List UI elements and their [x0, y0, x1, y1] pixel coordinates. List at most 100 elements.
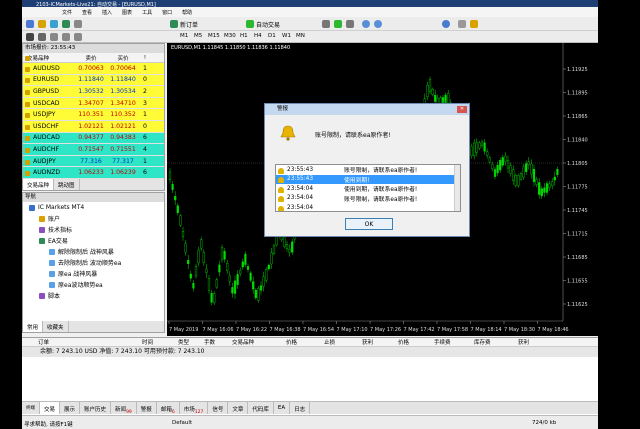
menu-view[interactable]: 查看: [82, 9, 92, 16]
zoom-out-button[interactable]: [374, 19, 382, 29]
vertical-line-tool[interactable]: [50, 32, 58, 42]
terminal-tab[interactable]: 文章: [228, 402, 249, 414]
terminal-col-header[interactable]: 类型: [178, 338, 204, 346]
bar-chart-button[interactable]: [322, 19, 330, 29]
terminal-col-header[interactable]: 订单: [22, 338, 142, 346]
indicators-button[interactable]: [442, 19, 450, 29]
tf-m5[interactable]: M5: [194, 33, 202, 39]
bid-cell: 77.316: [80, 157, 102, 165]
terminal-tab[interactable]: 展示: [60, 402, 81, 414]
tab-common[interactable]: 常用: [23, 321, 44, 332]
menu-tools[interactable]: 工具: [142, 9, 152, 16]
time-tick-label: 7 May 18:46: [538, 327, 569, 333]
nav-ea-3[interactable]: 原ea 战神风暴: [23, 268, 164, 279]
market-watch-row[interactable]: AUDNZD 1.06233 1.06239 6: [23, 167, 164, 179]
candle-body: [496, 165, 499, 174]
alert-log-row[interactable]: 23:54:04 使用到期，请联系ea原作者!: [276, 184, 460, 194]
auto-trading-button[interactable]: 自动交易: [246, 19, 280, 29]
tab-favorites[interactable]: 收藏夹: [43, 321, 69, 332]
alert-log-row[interactable]: 23:54:04 账号限制，请联系ea原作者!: [276, 194, 460, 204]
terminal-tab[interactable]: 账户历史: [80, 402, 112, 414]
templates-button[interactable]: [470, 19, 478, 29]
nav-scripts[interactable]: 脚本: [23, 290, 164, 301]
tf-mn[interactable]: MN: [296, 33, 305, 39]
menu-file[interactable]: 文件: [62, 9, 72, 16]
ok-button[interactable]: OK: [345, 218, 393, 230]
menu-help[interactable]: 帮助: [182, 9, 192, 16]
market-watch-row[interactable]: USDCHF 1.02121 1.02121 0: [23, 120, 164, 133]
market-watch-row[interactable]: AUDUSD 0.70063 0.70064 1: [23, 63, 164, 75]
terminal-tab[interactable]: 警报: [137, 402, 157, 414]
terminal-tab[interactable]: 交易: [40, 402, 61, 414]
profiles-button[interactable]: [38, 19, 46, 29]
market-watch-row[interactable]: AUDJPY 77.316 77.317 1: [23, 155, 164, 168]
tf-m15[interactable]: M15: [208, 33, 220, 39]
spread-cell: 6: [143, 134, 147, 142]
terminal-col-header[interactable]: 获利: [518, 338, 578, 346]
terminal-col-header[interactable]: 手数: [204, 338, 232, 346]
col-symbol[interactable]: 交易品种: [23, 54, 75, 62]
terminal-tab[interactable]: 市场127: [180, 402, 209, 415]
tab-symbols[interactable]: 交易品种: [23, 179, 55, 190]
nav-expert-advisors[interactable]: EA交易: [23, 235, 164, 246]
nav-ea-1[interactable]: 解除限制后 战神风暴: [23, 246, 164, 257]
horizontal-line-tool[interactable]: [62, 32, 70, 42]
alert-log-row[interactable]: 23:55:43 账号限制，请联系ea原作者!: [276, 165, 460, 175]
tf-h1[interactable]: H1: [240, 33, 248, 39]
tf-w1[interactable]: W1: [282, 33, 291, 39]
terminal-tab[interactable]: 邮箱6: [157, 402, 180, 415]
market-watch-row[interactable]: EURUSD 1.11840 1.11840 0: [23, 74, 164, 87]
cursor-tool[interactable]: [26, 32, 34, 42]
periods-button[interactable]: [458, 19, 466, 29]
market-watch-row[interactable]: USDCAD 1.34707 1.34710 3: [23, 97, 164, 110]
market-watch-row[interactable]: AUDCHF 0.71547 0.71551 4: [23, 144, 164, 156]
market-watch-button[interactable]: [50, 19, 58, 29]
zoom-in-button[interactable]: [362, 19, 370, 29]
trendline-tool[interactable]: [74, 32, 82, 42]
terminal-tab[interactable]: 代码库: [248, 402, 274, 414]
col-spread[interactable]: !: [139, 55, 151, 61]
close-icon[interactable]: ✕: [457, 106, 467, 113]
terminal-col-header[interactable]: 价格: [398, 338, 434, 346]
nav-ea-2[interactable]: 去除限制后 波动顺势ea: [23, 257, 164, 268]
tf-h4[interactable]: H4: [254, 33, 262, 39]
new-order-button[interactable]: 新订单: [170, 19, 198, 29]
menu-window[interactable]: 窗口: [162, 9, 172, 16]
terminal-col-header[interactable]: 获利: [362, 338, 398, 346]
terminal-col-header[interactable]: 价格: [286, 338, 324, 346]
terminal-col-header[interactable]: 手续费: [434, 338, 474, 346]
col-ask[interactable]: 买价: [107, 54, 139, 62]
terminal-col-header[interactable]: 时间: [142, 338, 178, 346]
terminal-col-header[interactable]: 止损: [324, 338, 362, 346]
terminal-button[interactable]: [74, 19, 82, 29]
tf-m30[interactable]: M30: [224, 33, 236, 39]
line-chart-button[interactable]: [346, 19, 354, 29]
alert-log-row[interactable]: 23:55:43 使用到期!: [276, 174, 460, 184]
terminal-col-header[interactable]: 交易品种: [232, 338, 286, 346]
crosshair-tool[interactable]: [38, 32, 46, 42]
menu-charts[interactable]: 图表: [122, 9, 132, 16]
terminal-tab[interactable]: EA: [274, 402, 291, 414]
alert-log-list[interactable]: 23:55:43 账号限制，请联系ea原作者! 23:55:43 使用到期! 23:54…: [275, 164, 461, 212]
market-watch-row[interactable]: USDJPY 110.351 110.352 1: [23, 109, 164, 121]
candle-chart-button[interactable]: [334, 19, 342, 29]
tf-d1[interactable]: D1: [268, 33, 276, 39]
alert-log-row[interactable]: 23:54:04: [276, 203, 460, 211]
nav-root-ic-markets[interactable]: IC Markets MT4: [23, 202, 164, 213]
terminal-col-header[interactable]: 库存费: [474, 338, 518, 346]
menu-insert[interactable]: 插入: [102, 9, 112, 16]
terminal-tab[interactable]: 信号: [208, 402, 229, 414]
tf-m1[interactable]: M1: [180, 33, 188, 39]
nav-indicators[interactable]: 技术指标: [23, 224, 164, 235]
market-watch-row[interactable]: AUDCAD 0.94377 0.94383 6: [23, 132, 164, 145]
market-watch-row[interactable]: GBPUSD 1.30532 1.30534 2: [23, 86, 164, 98]
terminal-tab[interactable]: 新闻99: [111, 402, 137, 415]
new-chart-button[interactable]: [26, 19, 34, 29]
nav-accounts[interactable]: 账户: [23, 213, 164, 224]
alert-log-scrollbar[interactable]: [454, 165, 460, 211]
col-bid[interactable]: 卖价: [75, 54, 107, 62]
navigator-button[interactable]: [62, 19, 70, 29]
terminal-tab[interactable]: 日志: [290, 402, 311, 414]
nav-ea-4[interactable]: 原ea波动顺势ea: [23, 279, 164, 290]
tab-tick-chart[interactable]: 跳动图: [54, 179, 80, 190]
